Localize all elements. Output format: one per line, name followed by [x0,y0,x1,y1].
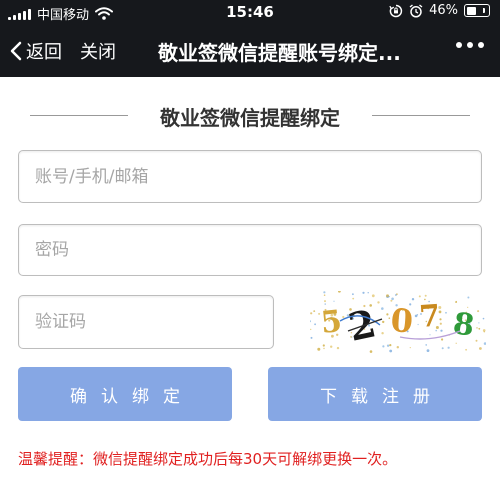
main-content: 敬业签微信提醒绑定 52078 确认绑定 下载注册 温馨提醒：微信提醒绑定成功后… [0,77,500,502]
chevron-left-icon [10,41,22,61]
alarm-icon [409,3,423,18]
account-input[interactable] [19,151,481,202]
captcha-char: 8 [451,306,477,344]
captcha-char: 2 [345,300,380,350]
captcha-char: 0 [389,301,414,340]
status-right: 46% [389,3,490,18]
back-label: 返回 [26,42,62,63]
more-menu-icon[interactable] [456,42,484,48]
confirm-bind-button[interactable]: 确认绑定 [18,367,232,421]
back-button[interactable]: 返回 [10,38,62,64]
nav-bar: 返回 关闭 敬业签微信提醒账号绑定... [0,26,500,77]
top-bar: 中国移动 15:46 46% 返回 关闭 敬业签微信提醒账号绑定... [0,0,500,77]
reminder-text: 温馨提醒：微信提醒绑定成功后每30天可解绑更换一次。 [18,450,398,468]
captcha-char: 5 [319,304,343,341]
account-field [18,150,482,203]
section-title: 敬业签微信提醒绑定 [160,106,340,130]
battery-percent: 46% [429,3,458,18]
captcha-field [18,295,274,349]
password-input[interactable] [19,225,481,275]
section-header: 敬业签微信提醒绑定 [0,100,500,130]
download-register-button[interactable]: 下载注册 [268,367,482,421]
captcha-image[interactable]: 52078 [310,291,486,353]
status-bar: 中国移动 15:46 46% [0,0,500,26]
close-button[interactable]: 关闭 [80,38,116,64]
captcha-char: 7 [418,299,441,335]
divider-left [30,115,128,116]
password-field [18,224,482,276]
page-title: 敬业签微信提醒账号绑定... [158,41,401,65]
battery-icon [464,4,490,17]
captcha-input[interactable] [19,296,273,348]
divider-right [372,115,470,116]
rotation-lock-icon [389,4,403,17]
